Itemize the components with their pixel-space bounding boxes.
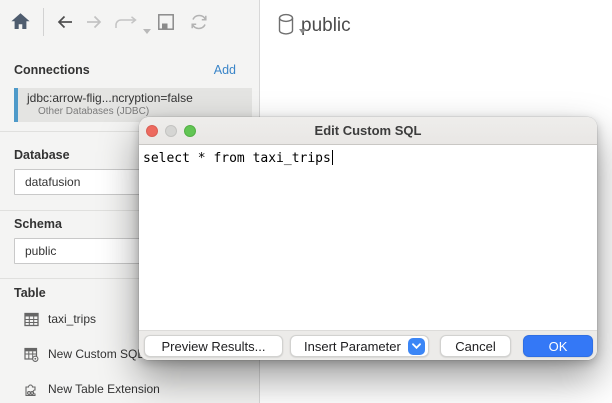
schema-header: public [277, 13, 351, 37]
connection-type: Other Databases (JDBC) [27, 106, 252, 117]
ok-button[interactable]: OK [523, 335, 593, 357]
cancel-button[interactable]: Cancel [440, 335, 511, 357]
add-connection-link[interactable]: Add [214, 63, 236, 77]
sql-editor[interactable]: select * from taxi_trips [139, 146, 597, 330]
preview-results-button[interactable]: Preview Results... [144, 335, 283, 357]
edit-custom-sql-dialog: Edit Custom SQL select * from taxi_trips… [139, 117, 597, 360]
text-cursor [332, 150, 333, 165]
dialog-footer: Preview Results... Insert Parameter Canc… [139, 330, 597, 360]
database-cylinder-icon[interactable] [277, 13, 296, 41]
redo-icon[interactable] [114, 16, 139, 35]
back-arrow-icon[interactable] [56, 13, 74, 36]
canvas-schema-title: public [301, 15, 351, 37]
table-grid-icon [24, 312, 39, 327]
connection-name: jdbc:arrow-flig...ncryption=false [27, 91, 252, 105]
table-item-label: taxi_trips [48, 312, 96, 326]
table-extension-icon [24, 382, 39, 397]
custom-sql-icon [24, 347, 39, 362]
insert-parameter-button[interactable]: Insert Parameter [290, 335, 429, 357]
database-label: Database [14, 148, 70, 162]
new-table-extension-item[interactable]: New Table Extension [0, 376, 260, 402]
toolbar-divider [43, 8, 44, 36]
home-icon[interactable] [10, 11, 31, 37]
refresh-icon[interactable] [189, 12, 209, 37]
new-custom-sql-label: New Custom SQL [48, 347, 144, 361]
sql-text: select * from taxi_trips [143, 151, 331, 166]
new-table-extension-label: New Table Extension [48, 382, 160, 396]
app-window: Connections Add jdbc:arrow-flig...ncrypt… [0, 0, 612, 403]
chevron-down-icon[interactable] [408, 338, 425, 355]
dialog-title: Edit Custom SQL [139, 117, 597, 145]
table-label: Table [14, 286, 46, 300]
schema-caret-icon[interactable] [299, 21, 306, 39]
dialog-titlebar[interactable]: Edit Custom SQL [139, 117, 597, 145]
schema-label: Schema [14, 217, 62, 231]
forward-arrow-icon[interactable] [85, 13, 103, 36]
save-icon[interactable] [157, 13, 175, 36]
insert-parameter-label: Insert Parameter [304, 339, 401, 354]
connections-header: Connections [14, 63, 90, 77]
dropdown-caret-icon[interactable] [143, 21, 151, 39]
